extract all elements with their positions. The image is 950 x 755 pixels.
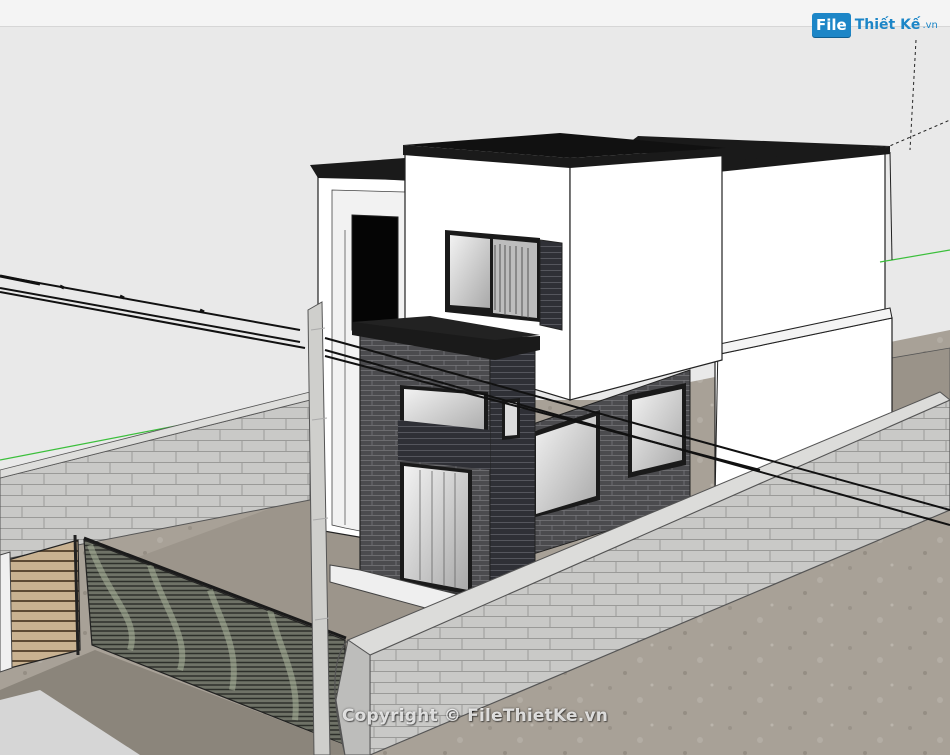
sketchup-viewport[interactable]: File Thiết Kế .vn Copyright © FileThietK… [0,0,950,755]
logo-domain: .vn [922,19,938,31]
copyright-watermark: Copyright © FileThietKe.vn [341,706,609,726]
axis-guides [879,39,950,263]
logo-mark: File [812,13,851,37]
3d-model-scene[interactable] [0,0,950,755]
brand-logo: File Thiết Kế .vn [812,10,942,40]
logo-text: Thiết Kế [854,17,921,33]
